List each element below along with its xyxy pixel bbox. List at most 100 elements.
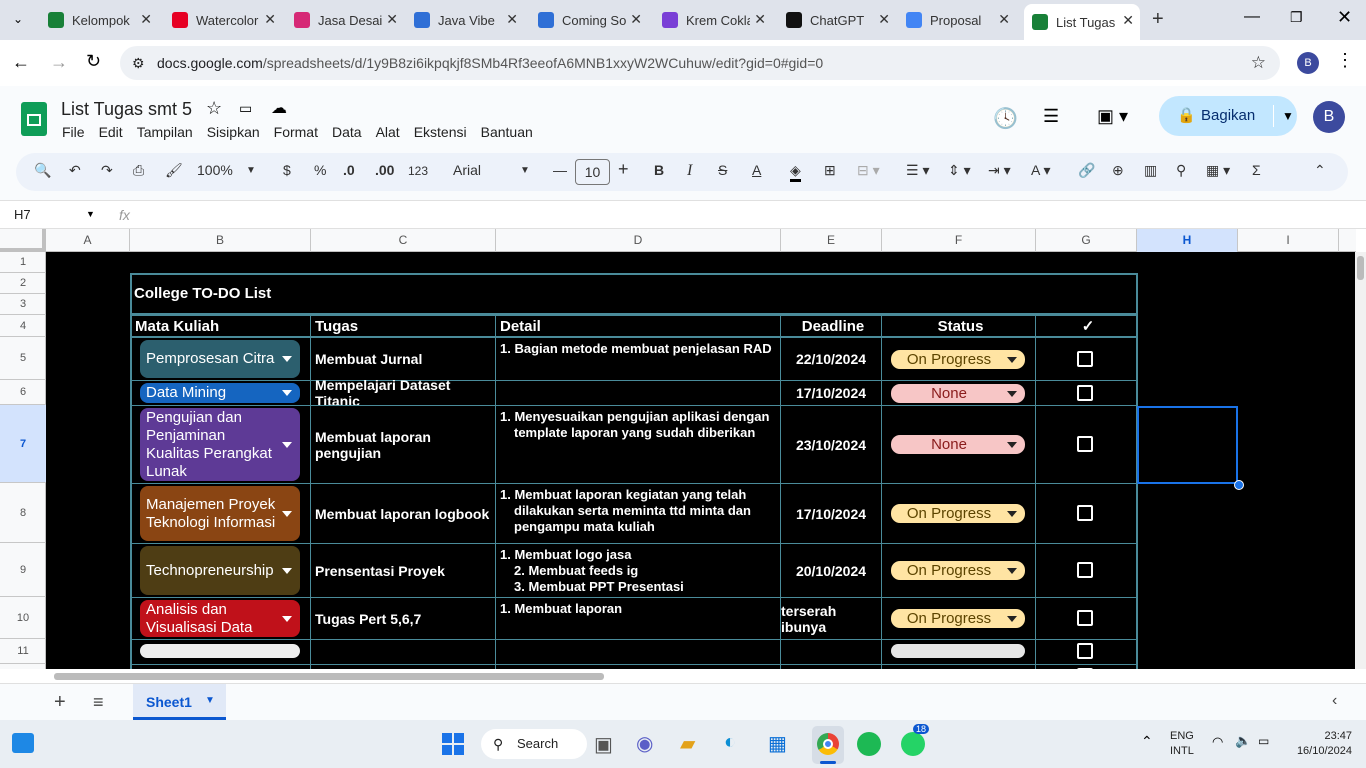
filter-icon[interactable]: ⚲ — [1176, 162, 1186, 179]
cell-task[interactable]: Mempelajari Dataset Titanic — [310, 377, 496, 409]
status-dropdown-icon[interactable] — [1007, 616, 1017, 622]
bookmark-star-icon[interactable]: ☆ — [1251, 46, 1266, 80]
text-wrap-icon[interactable]: ⇥ ▾ — [988, 162, 1011, 179]
browser-tab[interactable]: Kelompok ✕ — [40, 6, 158, 34]
header-deadline[interactable]: Deadline — [780, 315, 882, 337]
row-header-2[interactable]: 2 — [0, 273, 46, 294]
browser-tab[interactable]: Jasa Desain✕ — [286, 6, 404, 34]
fill-color-icon[interactable]: ◈ — [790, 162, 801, 182]
menu-format[interactable]: Format — [274, 124, 318, 140]
course-chip[interactable]: Manajemen Proyek Teknologi Informasi — [140, 486, 300, 541]
sheet-grid[interactable]: College TO-DO List Mata Kuliah Tugas Detai… — [46, 252, 1355, 669]
selection-handle[interactable] — [1234, 480, 1244, 490]
profile-avatar[interactable]: B — [1297, 52, 1319, 74]
status-dropdown-icon[interactable] — [1007, 568, 1017, 574]
browser-tab[interactable]: Krem Coklat✕ — [654, 6, 772, 34]
horizontal-scrollbar[interactable] — [46, 669, 1355, 683]
row-header-1[interactable]: 1 — [0, 252, 46, 273]
status-dropdown-icon[interactable] — [1007, 511, 1017, 517]
menu-sisipkan[interactable]: Sisipkan — [207, 124, 260, 140]
course-chip[interactable]: Data Mining — [140, 383, 300, 403]
tab-close-icon[interactable]: ✕ — [630, 11, 642, 28]
wifi-icon[interactable]: ◠ — [1212, 734, 1223, 750]
url-input[interactable]: ⚙ docs.google.com/spreadsheets/d/1y9B8zi… — [120, 46, 1280, 80]
selected-cell-H7[interactable] — [1137, 406, 1238, 484]
formula-input[interactable] — [140, 204, 1340, 226]
status-chip[interactable]: None — [891, 384, 1025, 403]
row-header-4[interactable]: 4 — [0, 315, 46, 337]
name-box[interactable]: H7 — [14, 207, 31, 222]
tab-close-icon[interactable]: ✕ — [386, 11, 398, 28]
chart-icon[interactable]: ▥ — [1144, 162, 1157, 179]
column-header-G[interactable]: G — [1036, 229, 1137, 252]
cell-task[interactable]: Membuat laporan pengujian — [310, 405, 496, 484]
checkbox[interactable] — [1077, 351, 1093, 367]
cell-deadline[interactable]: terserah ibunya — [780, 597, 882, 640]
reload-icon[interactable]: ↻ — [86, 51, 101, 72]
star-icon[interactable]: ☆ — [206, 98, 222, 119]
cell-detail[interactable]: 1. Membuat laporan — [495, 597, 781, 640]
status-chip[interactable]: On Progress — [891, 504, 1025, 523]
menu-edit[interactable]: Edit — [99, 124, 123, 140]
course-chip[interactable]: Pemprosesan Citra — [140, 340, 300, 378]
cell-task[interactable]: Membuat laporan logbook — [310, 483, 496, 544]
back-icon[interactable]: ← — [12, 52, 30, 73]
maximize-button[interactable]: ❐ — [1290, 9, 1303, 26]
clock[interactable]: 23:47 16/10/2024 — [1290, 729, 1352, 759]
name-box-dropdown-icon[interactable]: ▼ — [86, 209, 95, 219]
print-icon[interactable]: ⎙ — [133, 162, 144, 179]
row-header-11[interactable]: 11 — [0, 639, 46, 664]
zoom-select[interactable]: 100% — [197, 162, 233, 178]
status-chip[interactable]: On Progress — [891, 350, 1025, 369]
row-header-8[interactable]: 8 — [0, 483, 46, 543]
close-window-button[interactable]: ✕ — [1337, 7, 1352, 28]
checkbox[interactable] — [1077, 562, 1093, 578]
browser-tab[interactable]: Java Vibe ✕ — [406, 6, 524, 34]
text-rotation-icon[interactable]: A ▾ — [1031, 162, 1050, 179]
account-avatar[interactable]: B — [1313, 101, 1345, 133]
browser-menu-icon[interactable]: ⋮ — [1336, 50, 1354, 71]
menu-tampilan[interactable]: Tampilan — [137, 124, 193, 140]
font-size-input[interactable]: 10 — [575, 159, 610, 185]
zoom-dropdown-icon[interactable]: ▼ — [246, 165, 256, 176]
cloud-status-icon[interactable]: ☁ — [271, 98, 287, 118]
cell-deadline[interactable]: 22/10/2024 — [780, 337, 882, 381]
chip-dropdown-icon[interactable] — [282, 441, 292, 448]
tab-close-icon[interactable]: ✕ — [754, 11, 766, 28]
text-color-icon[interactable]: A — [752, 162, 761, 178]
table-title[interactable]: College TO-DO List — [130, 273, 1138, 315]
collapse-toolbar-icon[interactable]: ⌃ — [1314, 162, 1326, 179]
doc-title[interactable]: List Tugas smt 5 — [61, 99, 192, 120]
course-chip[interactable]: Technopreneurship — [140, 546, 300, 595]
taskbar-search[interactable]: ⚲ Search — [481, 729, 587, 759]
header-mata-kuliah[interactable]: Mata Kuliah — [130, 315, 311, 337]
sheet-tab-active[interactable]: Sheet1 ▼ — [133, 684, 226, 720]
tab-close-icon[interactable]: ✕ — [998, 11, 1010, 28]
menu-data[interactable]: Data — [332, 124, 362, 140]
start-button[interactable] — [442, 733, 464, 755]
whatsapp-icon[interactable]: 18 — [901, 724, 930, 756]
share-dropdown-icon[interactable]: ▼ — [1273, 105, 1294, 127]
checkbox[interactable] — [1077, 643, 1093, 659]
vertical-align-icon[interactable]: ⇕ ▾ — [948, 162, 971, 179]
bold-icon[interactable]: B — [654, 162, 664, 178]
cell-empty[interactable] — [780, 639, 882, 665]
tab-close-icon[interactable]: ✕ — [140, 11, 152, 28]
minimize-button[interactable]: — — [1244, 8, 1260, 26]
chip-dropdown-icon[interactable] — [282, 615, 292, 622]
menu-bantuan[interactable]: Bantuan — [481, 124, 533, 140]
cell-empty[interactable] — [495, 639, 781, 665]
header-detail[interactable]: Detail — [495, 315, 781, 337]
merge-cells-icon[interactable]: ⊟ ▾ — [857, 162, 880, 179]
move-folder-icon[interactable]: ▭ — [239, 100, 252, 117]
cell-detail[interactable]: 1. Membuat laporan kegiatan yang telah d… — [495, 483, 781, 544]
decrease-font-size-icon[interactable]: — — [553, 162, 567, 178]
checkbox[interactable] — [1077, 385, 1093, 401]
chrome-icon[interactable] — [812, 726, 844, 764]
checkbox[interactable] — [1077, 610, 1093, 626]
row-header-9[interactable]: 9 — [0, 543, 46, 597]
menu-ekstensi[interactable]: Ekstensi — [414, 124, 467, 140]
history-icon[interactable]: 🕓 — [993, 106, 1018, 131]
cell-detail[interactable]: 1. Membuat logo jasa 2. Membuat feeds ig… — [495, 543, 781, 598]
chip-dropdown-icon[interactable] — [282, 567, 292, 574]
